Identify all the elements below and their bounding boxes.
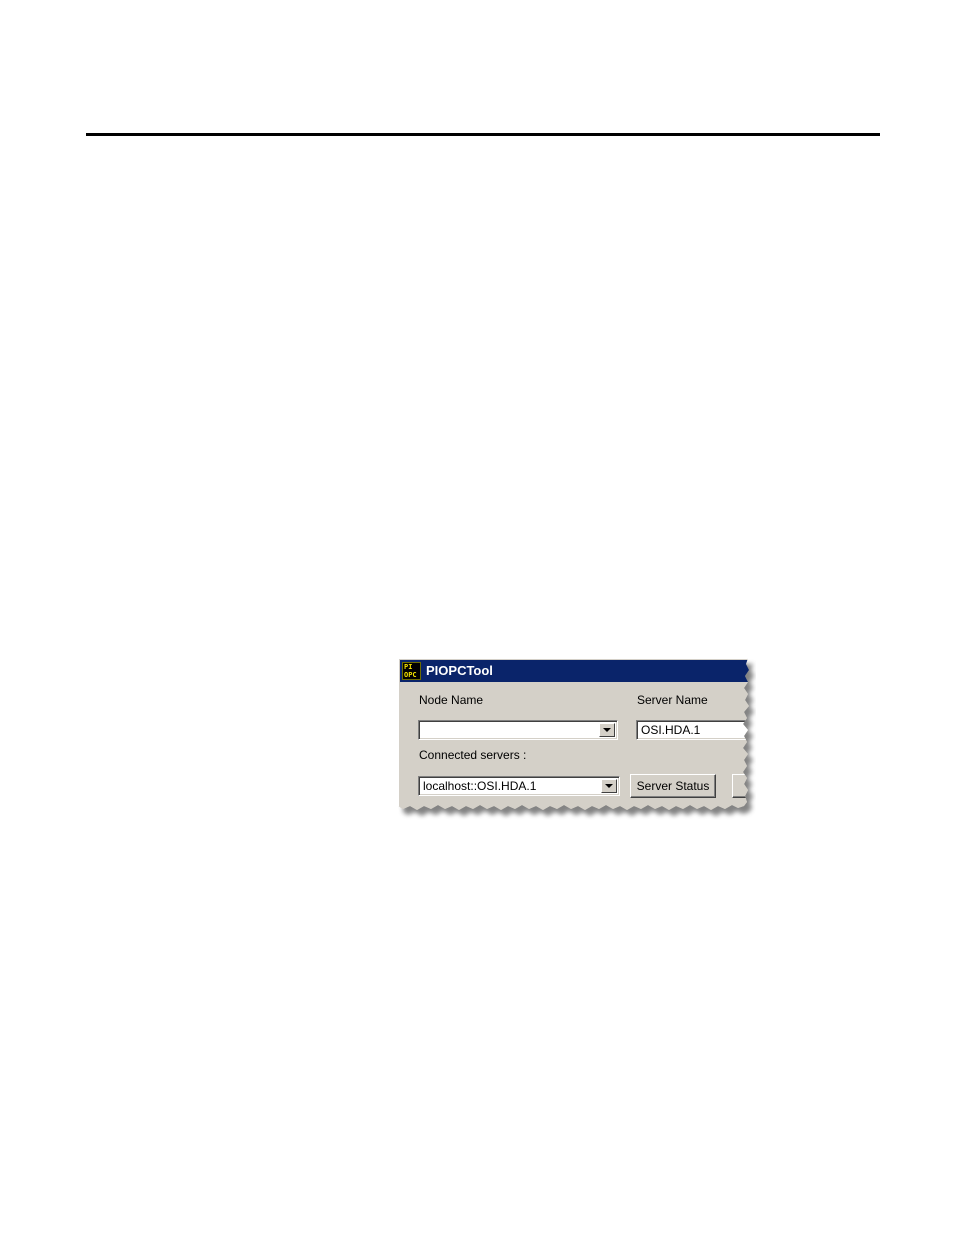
server-name-label: Server Name <box>637 693 708 707</box>
page-header-rule <box>86 133 880 136</box>
piopctool-window-snippet: PI OPC PIOPCTool Node Name Server Name O… <box>398 658 756 820</box>
window-title: PIOPCTool <box>426 663 493 678</box>
app-icon-text-bottom: OPC <box>404 671 417 679</box>
connected-servers-combobox[interactable]: localhost::OSI.HDA.1 <box>418 776 620 796</box>
app-icon-text-top: PI <box>404 663 413 671</box>
node-name-label: Node Name <box>419 693 484 707</box>
server-name-value: OSI.HDA.1 <box>641 723 701 737</box>
connected-servers-label: Connected servers : <box>419 748 527 762</box>
server-status-button[interactable]: Server Status <box>630 774 716 798</box>
node-name-combobox[interactable] <box>418 720 618 740</box>
dialog-body: Node Name Server Name OSI.HDA.1 Connecte… <box>400 682 756 820</box>
piopctool-window: PI OPC PIOPCTool Node Name Server Name O… <box>398 658 756 820</box>
connected-servers-dropdown-arrow-icon[interactable] <box>601 779 617 793</box>
window-title-bar[interactable]: PI OPC PIOPCTool <box>400 660 756 682</box>
piopc-app-icon[interactable]: PI OPC <box>402 662 421 680</box>
connected-servers-value: localhost::OSI.HDA.1 <box>423 779 537 793</box>
node-name-dropdown-arrow-icon[interactable] <box>599 723 615 737</box>
